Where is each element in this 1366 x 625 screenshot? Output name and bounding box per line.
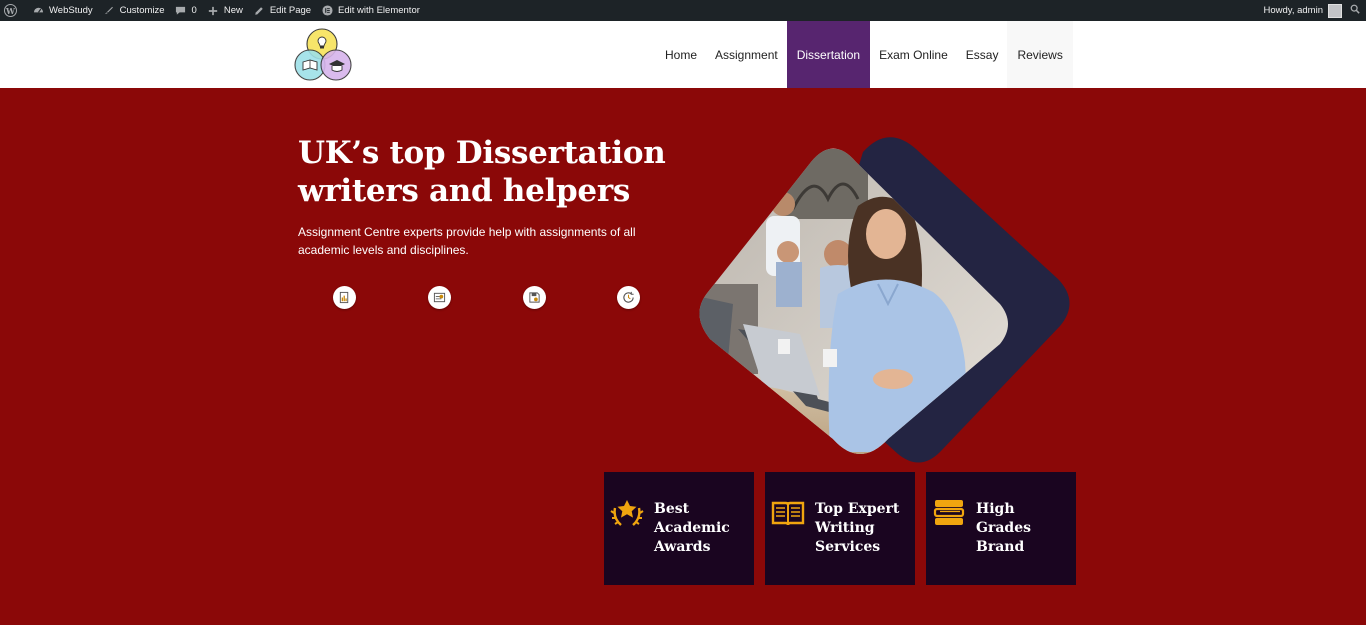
pencil-icon — [253, 5, 265, 17]
site-header: Home Assignment Dissertation Exam Online… — [0, 21, 1366, 88]
customize-link[interactable]: Customize — [98, 0, 170, 21]
hero-photo — [688, 134, 1073, 469]
nav-assignment[interactable]: Assignment — [706, 21, 787, 88]
comment-bubble-icon — [175, 5, 187, 17]
nav-dissertation[interactable]: Dissertation — [786, 21, 871, 88]
card-label: High Grades Brand — [976, 501, 1031, 555]
edit-page-label: Edit Page — [269, 5, 312, 16]
nav-essay[interactable]: Essay — [957, 21, 1008, 88]
wordpress-logo-menu[interactable]: W — [0, 0, 27, 21]
nav-home[interactable]: Home — [656, 21, 706, 88]
dashboard-icon — [32, 5, 44, 17]
avatar — [1328, 3, 1342, 18]
clock-refresh-icon — [617, 286, 640, 309]
comments-link[interactable]: 0 — [170, 0, 202, 21]
award-laurel-icon — [610, 500, 644, 526]
new-label: New — [223, 5, 243, 16]
customize-label: Customize — [119, 5, 165, 16]
nav-exam-online[interactable]: Exam Online — [870, 21, 957, 88]
book-stack-icon — [933, 500, 965, 525]
nav-reviews[interactable]: Reviews — [1007, 21, 1073, 88]
elementor-icon — [321, 5, 333, 17]
comments-count: 0 — [191, 5, 197, 16]
edit-elementor-link[interactable]: Edit with Elementor — [316, 0, 425, 21]
main-nav: Home Assignment Dissertation Exam Online… — [656, 21, 1073, 88]
logo-graphic — [294, 28, 352, 81]
site-name-menu[interactable]: WebStudy — [27, 0, 98, 21]
edit-elementor-label: Edit with Elementor — [338, 5, 420, 16]
search-icon — [1350, 4, 1360, 17]
card-label: Best Academic Awards — [654, 501, 730, 555]
admin-bar: W WebStudy Customize 0 New Edit Page Edi… — [0, 0, 1366, 21]
plus-icon — [207, 5, 219, 17]
site-logo[interactable] — [293, 27, 353, 83]
document-chart-icon — [333, 286, 356, 309]
wordpress-icon: W — [4, 4, 17, 17]
card-top-expert-writing: Top Expert Writing Services — [765, 472, 915, 585]
new-content-menu[interactable]: New — [202, 0, 248, 21]
edit-page-link[interactable]: Edit Page — [248, 0, 316, 21]
card-high-grades-brand: High Grades Brand — [926, 472, 1076, 585]
card-label: Top Expert Writing Services — [815, 501, 900, 555]
floppy-disk-icon — [523, 286, 546, 309]
hero-title: UK’s top Dissertation writers and helper… — [298, 135, 666, 209]
howdy-label: Howdy, admin — [1263, 5, 1324, 16]
admin-search-button[interactable] — [1350, 0, 1366, 21]
my-account-menu[interactable]: Howdy, admin — [1264, 0, 1351, 21]
card-best-academic-awards: Best Academic Awards — [604, 472, 754, 585]
open-book-icon — [771, 501, 805, 526]
site-name-label: WebStudy — [49, 5, 93, 16]
hero-subtitle: Assignment Centre experts provide help w… — [298, 225, 636, 257]
paintbrush-icon — [103, 5, 115, 17]
certificate-icon — [428, 286, 451, 309]
